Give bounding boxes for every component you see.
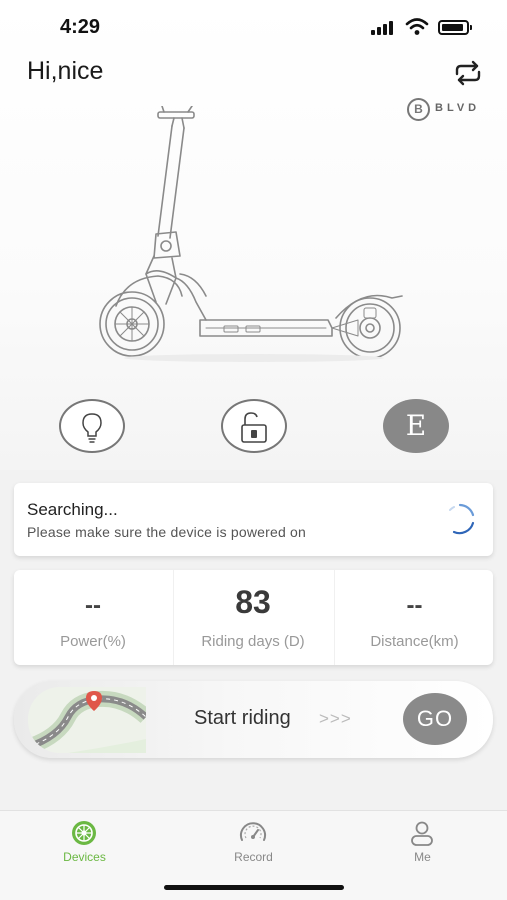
tab-record[interactable]: Record [169,811,338,871]
wifi-icon [405,18,429,35]
tab-me-label: Me [414,850,431,864]
person-icon [411,821,433,846]
greeting-title: Hi,nice [27,57,104,85]
go-button[interactable]: GO [403,693,467,745]
start-riding-arrows: >>> [319,709,352,728]
stat-distance-value: -- [406,592,423,619]
lightbulb-icon [82,413,102,443]
stat-divider [334,570,335,665]
stat-distance: -- Distance(km) [336,570,493,665]
scooter-wheel-icon [72,821,96,845]
stat-power: -- Power(%) [14,570,172,665]
tab-me[interactable]: Me [338,811,507,871]
tab-devices[interactable]: Devices [0,811,169,871]
unlock-icon [241,412,267,443]
light-button[interactable] [59,399,125,453]
tab-devices-label: Devices [63,850,106,864]
refresh-icon[interactable] [452,60,484,86]
connection-status-hint: Please make sure the device is powered o… [27,524,307,540]
stats-card: -- Power(%) 83 Riding days (D) -- Distan… [14,570,493,665]
lock-button[interactable] [221,399,287,453]
stat-power-value: -- [85,592,101,619]
status-bar: 4:29 [0,0,507,54]
connection-status-title: Searching... [27,500,118,519]
home-indicator[interactable] [164,885,344,890]
mode-label: E [405,409,427,442]
start-riding-label: Start riding [194,707,291,729]
scooter-illustration [99,106,403,362]
stat-riding-days: 83 Riding days (D) [174,570,332,665]
mode-button[interactable]: E [383,399,449,453]
route-map-image [28,687,146,753]
stat-distance-label: Distance(km) [370,633,459,650]
speedometer-icon [240,822,266,841]
brand-logo: B BLVD [407,98,483,122]
stat-power-label: Power(%) [60,633,126,650]
status-time: 4:29 [60,16,101,38]
battery-icon [438,20,472,35]
cellular-signal-icon [371,21,397,35]
brand-name: BLVD [435,102,481,114]
connection-status-card: Searching... Please make sure the device… [14,483,493,556]
stat-riding-days-label: Riding days (D) [201,633,305,650]
stat-riding-days-value: 83 [235,584,271,620]
start-riding-bar[interactable]: Start riding >>> GO [14,681,493,758]
loading-spinner-icon [449,503,475,535]
tab-record-label: Record [234,850,273,864]
